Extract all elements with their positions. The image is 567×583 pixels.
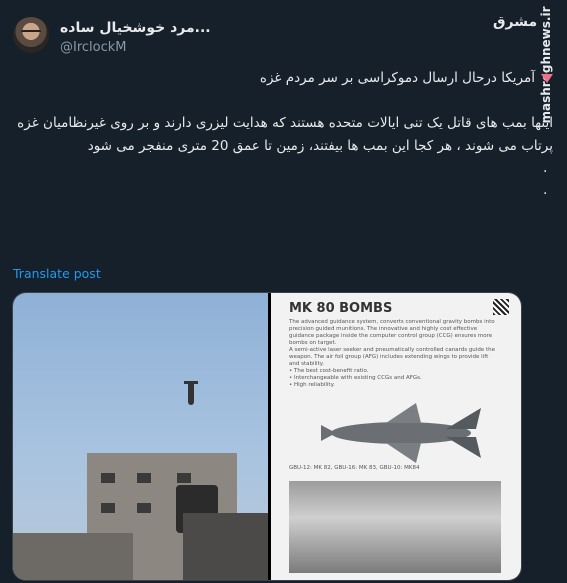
bomb-drop-photo[interactable] <box>13 293 268 580</box>
bullet-item: • High reliability. <box>289 382 335 388</box>
display-name[interactable]: ...مرد خوشخیال ساده <box>60 20 211 36</box>
translate-post-link[interactable]: Translate post <box>13 266 101 281</box>
dot-line: . <box>543 160 548 176</box>
falling-bomb <box>184 381 198 405</box>
tweet-body: اینها بمب های قاتل یک تنی ایالات متحده ه… <box>17 115 553 154</box>
tweet-headline: آمریکا درحال ارسال دموکراسی بر سر مردم غ… <box>260 70 553 86</box>
brochure-bullets: • The best cost-benefit ratio. • Interch… <box>289 368 422 389</box>
watermark-url: mashreghnews.ir <box>536 7 556 124</box>
watermark-url-text: mashreghnews.ir <box>539 6 553 124</box>
user-handle[interactable]: @IrclockM <box>60 40 127 55</box>
avatar[interactable] <box>13 17 49 53</box>
tweet-card: ...مرد خوشخیال ساده @IrclockM مشرق mashr… <box>0 0 567 583</box>
bullet-item: • Interchangeable with existing CCGs and… <box>289 375 422 381</box>
qr-code-icon <box>493 299 509 315</box>
aircraft-bombs-photo <box>289 481 501 573</box>
brochure-paragraph: A semi-active laser seeker and pneumatic… <box>289 347 495 367</box>
brochure-title: MK 80 BOMBS <box>289 301 393 316</box>
foreground-rubble <box>13 533 133 580</box>
bullet-item: • The best cost-benefit ratio. <box>289 368 369 374</box>
brochure-caption: GBU-12: MK 82, GBU-16: MK 83, GBU-10: MK… <box>289 465 420 471</box>
dot-line: . <box>543 182 548 198</box>
brochure-paragraph: The advanced guidance system, converts c… <box>289 319 495 346</box>
mk80-brochure-image[interactable]: MK 80 BOMBS The advanced guidance system… <box>271 293 521 580</box>
mashregh-logo: مشرق <box>493 14 538 30</box>
red-triangle-icon <box>541 73 553 83</box>
headline-text: آمریکا درحال ارسال دموکراسی بر سر مردم غ… <box>259 70 535 86</box>
media-attachment[interactable]: MK 80 BOMBS The advanced guidance system… <box>12 292 522 581</box>
foreground-structure <box>183 513 268 580</box>
guided-bomb-illustration <box>321 403 481 463</box>
